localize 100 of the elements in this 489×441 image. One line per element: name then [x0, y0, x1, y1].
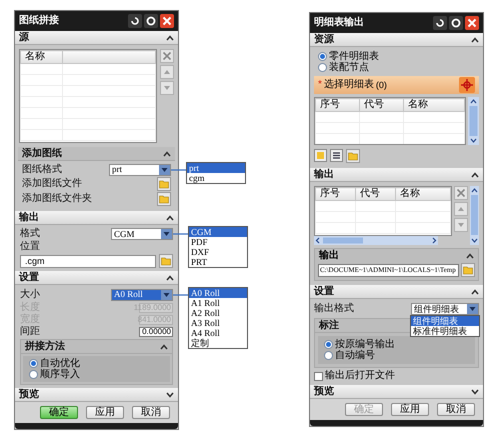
dropdown-option[interactable]: PDF [189, 237, 247, 247]
selection-label: 选择明细表 [324, 80, 374, 90]
checkbox[interactable] [314, 372, 323, 380]
selection-count: (0) [376, 80, 387, 90]
dropdown-arrow-icon[interactable] [467, 304, 478, 314]
reset-icon[interactable] [128, 14, 142, 28]
horizontal-scrollbar[interactable] [314, 236, 438, 245]
required-mark: * [318, 80, 322, 90]
dropdown-option[interactable]: CGM [189, 227, 247, 237]
radio-label: 自动编号 [335, 350, 375, 360]
leader-line [173, 294, 189, 296]
radio-label: 零件明细表 [329, 52, 379, 62]
expand-icon[interactable] [471, 388, 479, 394]
column-header[interactable]: 名称 [20, 50, 62, 64]
dialog-button[interactable]: 取消 [437, 403, 475, 416]
collapse-icon[interactable] [160, 344, 168, 350]
radio-label: 装配节点 [329, 62, 369, 72]
radio-label: 自动优化 [40, 358, 80, 368]
section-header[interactable]: 输出 [310, 168, 483, 182]
dialog-button[interactable]: 确定 [40, 406, 78, 419]
collapse-icon[interactable] [471, 288, 479, 294]
dropdown-option[interactable]: PRT [189, 257, 247, 267]
collapse-icon[interactable] [466, 253, 474, 259]
column-header[interactable]: 序号 [316, 188, 356, 200]
field-label: 添加图纸文件夹 [22, 194, 92, 204]
column-header[interactable]: 代号 [360, 98, 404, 112]
dialog-button[interactable]: 应用 [86, 406, 124, 419]
section-header[interactable]: 设置 [15, 271, 178, 285]
dropdown-value: 组件明细表 [413, 304, 460, 314]
scrollbar[interactable] [470, 186, 479, 245]
dropdown[interactable]: A0 Roll [111, 288, 173, 300]
section-header[interactable]: 预览 [310, 385, 483, 399]
section-title: 源 [19, 32, 29, 42]
radio-button[interactable] [29, 359, 38, 368]
delete-icon[interactable] [454, 186, 468, 200]
section-header[interactable]: 资源 [310, 33, 483, 47]
crosshair-icon[interactable] [459, 77, 475, 93]
radio-button[interactable] [318, 63, 327, 72]
dropdown-option[interactable]: A3 Roll [189, 318, 247, 328]
scrollbar[interactable] [468, 97, 479, 145]
collapse-icon[interactable] [471, 172, 479, 178]
column-header[interactable]: 名称 [396, 188, 450, 200]
dropdown-option[interactable]: cgm [187, 172, 245, 182]
section-header[interactable]: 源 [15, 31, 178, 45]
column-header[interactable]: 代号 [356, 188, 396, 200]
location-field[interactable]: .cgm [20, 254, 156, 268]
close-icon[interactable] [465, 16, 479, 30]
collapse-icon[interactable] [166, 34, 174, 40]
dropdown-option[interactable]: prt [187, 162, 245, 172]
section-title: 设置 [314, 286, 334, 296]
field-label: 间距 [20, 326, 40, 336]
checkbox-label: 输出后打开文件 [325, 371, 395, 381]
section-header[interactable]: 拼接方法 [21, 340, 172, 354]
settings-icon[interactable] [144, 14, 158, 28]
expand-icon[interactable] [166, 392, 174, 398]
dialog-button[interactable]: 应用 [391, 403, 429, 416]
settings-icon[interactable] [449, 16, 463, 30]
section-title: 添加图纸 [22, 148, 62, 158]
dropdown-option[interactable]: 定制 [189, 338, 247, 348]
window-title: 明细表输出 [314, 18, 364, 28]
dropdown-option[interactable]: A4 Roll [189, 328, 247, 338]
section-header[interactable]: 添加图纸 [18, 147, 175, 161]
dropdown-arrow-icon[interactable] [161, 229, 172, 239]
field-label: 大小 [20, 290, 40, 300]
collapse-icon[interactable] [166, 274, 174, 280]
dropdown-option[interactable]: A1 Roll [189, 298, 247, 308]
reset-icon[interactable] [433, 16, 447, 30]
selection-row[interactable]: * 选择明细表 (0) [314, 76, 479, 94]
dropdown[interactable]: prt [109, 164, 171, 176]
radio-button[interactable] [29, 370, 38, 379]
number-field[interactable]: 0.00000 [139, 326, 173, 336]
radio-label: 按原编号输出 [335, 340, 395, 350]
collapse-icon[interactable] [163, 150, 171, 156]
collapse-icon[interactable] [471, 36, 479, 42]
section-title: 输出 [19, 212, 39, 222]
dropdown-option[interactable]: 标准件明细表 [411, 326, 479, 336]
section-header[interactable]: 输出 [15, 211, 178, 225]
dropdown-arrow-icon[interactable] [161, 290, 172, 300]
column-header[interactable]: 序号 [316, 98, 360, 112]
column-header[interactable]: 名称 [404, 98, 464, 112]
section-header[interactable]: 设置 [310, 285, 483, 299]
dropdown-arrow-icon[interactable] [159, 164, 170, 174]
close-icon[interactable] [160, 14, 174, 28]
dropdown[interactable]: 组件明细表 [411, 303, 479, 315]
collapse-icon[interactable] [166, 214, 174, 220]
dropdown-value: CGM [113, 230, 136, 238]
radio-button[interactable] [318, 52, 327, 61]
dropdown-option[interactable]: DXF [189, 247, 247, 257]
dropdown[interactable]: CGM [111, 228, 173, 240]
section-title: 拼接方法 [25, 342, 65, 352]
dropdown-option[interactable]: 组件明细表 [411, 316, 479, 326]
dropdown-option[interactable]: A0 Roll [189, 288, 247, 298]
section-title: 输出 [319, 251, 339, 261]
list-icon[interactable] [330, 149, 343, 162]
dropdown-option[interactable]: A2 Roll [189, 308, 247, 318]
dialog-button[interactable]: 取消 [132, 406, 170, 419]
radio-button[interactable] [324, 351, 333, 360]
section-header[interactable]: 预览 [15, 388, 178, 402]
delete-icon[interactable] [160, 49, 174, 63]
radio-button[interactable] [324, 340, 333, 349]
